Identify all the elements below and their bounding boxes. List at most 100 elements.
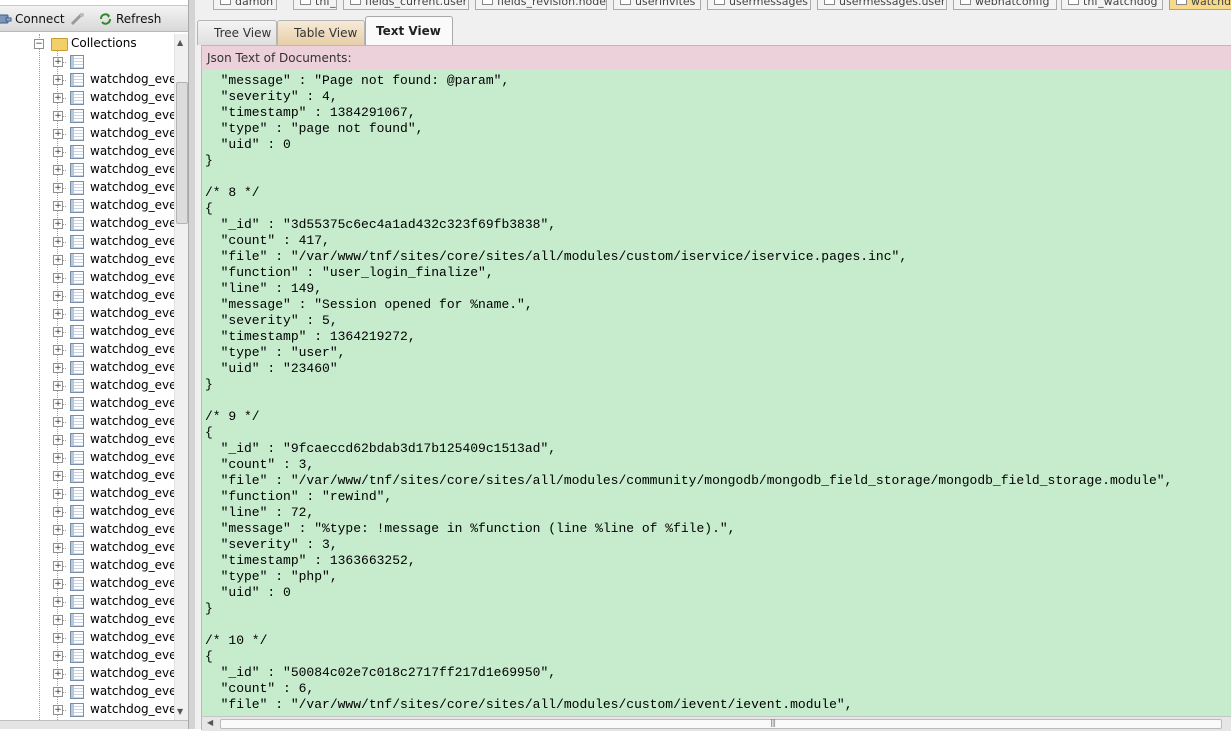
document-tab[interactable]: tnf_watchdog [1061, 0, 1163, 10]
tab-text-view[interactable]: Text View [365, 16, 453, 45]
collapse-icon[interactable]: − [34, 39, 44, 49]
expand-icon[interactable]: + [53, 219, 63, 229]
expand-icon[interactable]: + [53, 345, 63, 355]
expand-icon[interactable]: + [53, 273, 63, 283]
tree-item-collection[interactable]: + watchdog_ever [0, 341, 174, 359]
tree-item-collection[interactable]: + watchdog_ever [0, 503, 174, 521]
tree-item-collection[interactable]: + watchdog_ever [0, 611, 174, 629]
expand-icon[interactable]: + [53, 507, 63, 517]
expand-icon[interactable]: + [53, 147, 63, 157]
tree-item-collection[interactable]: + watchdog_ever [0, 233, 174, 251]
expand-icon[interactable]: + [53, 615, 63, 625]
tree-item-collection[interactable]: + watchdog_ever [0, 143, 174, 161]
expand-icon[interactable]: + [53, 75, 63, 85]
tree-item-collection[interactable]: + watchdog_ever [0, 665, 174, 683]
expand-icon[interactable]: + [53, 489, 63, 499]
tab-tree-view[interactable]: Tree View [197, 20, 277, 45]
expand-icon[interactable]: + [53, 201, 63, 211]
expand-icon[interactable]: + [53, 471, 63, 481]
expand-icon[interactable]: + [53, 525, 63, 535]
tree-item-collection[interactable]: + watchdog_ever [0, 179, 174, 197]
expand-icon[interactable]: + [53, 381, 63, 391]
expand-icon[interactable]: + [53, 687, 63, 697]
scroll-up-icon[interactable]: ▲ [177, 38, 183, 47]
expand-icon[interactable]: + [53, 255, 63, 265]
expand-icon[interactable]: + [53, 435, 63, 445]
tree-item-collection[interactable]: + watchdog_ever [0, 215, 174, 233]
scroll-left-icon[interactable]: ◀ [207, 718, 213, 727]
tree-item-collection[interactable]: + watchdog_ever [0, 557, 174, 575]
expand-icon[interactable]: + [53, 579, 63, 589]
tree-item-collection[interactable]: + watchdog_ever [0, 629, 174, 647]
tree-item-collection[interactable]: + watchdog_ever [0, 287, 174, 305]
document-tab[interactable]: usermessages [707, 0, 811, 10]
tree-item-collection[interactable]: + watchdog_ever [0, 575, 174, 593]
tree-item-collection[interactable]: + watchdog_ever [0, 251, 174, 269]
tree-item-collection[interactable]: + watchdog_ever [0, 485, 174, 503]
tree-item-collection[interactable]: + watchdog_ever [0, 125, 174, 143]
expand-icon[interactable]: + [53, 669, 63, 679]
expand-icon[interactable]: + [53, 561, 63, 571]
scroll-down-icon[interactable]: ▼ [177, 707, 183, 716]
tree-item-collection[interactable]: + watchdog_ever [0, 269, 174, 287]
tree-item-collection[interactable]: + watchdog_ever [0, 377, 174, 395]
document-tab[interactable]: damon [213, 0, 277, 10]
tree-item-collection[interactable]: + watchdog_ever [0, 467, 174, 485]
expand-icon[interactable]: + [53, 93, 63, 103]
expand-icon[interactable]: + [53, 129, 63, 139]
tree-item-collection[interactable]: + watchdog_ever [0, 683, 174, 701]
expand-icon[interactable]: + [53, 633, 63, 643]
expand-icon[interactable]: + [53, 651, 63, 661]
refresh-button[interactable]: Refresh [98, 10, 161, 28]
expand-icon[interactable]: + [53, 57, 63, 67]
document-tab[interactable]: tnf_core [293, 0, 337, 10]
tree-item-collection[interactable]: + watchdog_ever [0, 593, 174, 611]
expand-icon[interactable]: + [53, 417, 63, 427]
tree-item-collection[interactable]: + [0, 53, 174, 71]
json-text-area[interactable]: "message" : "Page not found: @param", "s… [202, 70, 1231, 716]
expand-icon[interactable]: + [53, 237, 63, 247]
tree-scroll-thumb[interactable] [176, 82, 188, 224]
tab-table-view[interactable]: Table View [277, 20, 365, 45]
tree-item-collection[interactable]: + watchdog_ever [0, 539, 174, 557]
tree-scrollbar[interactable]: ▲ ▼ [174, 34, 188, 720]
tree-item-collection[interactable]: + watchdog_ever [0, 431, 174, 449]
collections-node[interactable]: − Collections [0, 35, 174, 53]
document-tab[interactable]: usermessages.user [817, 0, 947, 10]
tree-item-collection[interactable]: + watchdog_ever [0, 359, 174, 377]
expand-icon[interactable]: + [53, 327, 63, 337]
document-tab[interactable]: userinvites [613, 0, 701, 10]
expand-icon[interactable]: + [53, 363, 63, 373]
document-tab[interactable]: watchd [1169, 0, 1231, 10]
tree-item-collection[interactable]: + watchdog_ever [0, 413, 174, 431]
tree-item-collection[interactable]: + watchdog_ever [0, 197, 174, 215]
expand-icon[interactable]: + [53, 291, 63, 301]
expand-icon[interactable]: + [53, 597, 63, 607]
disconnect-button[interactable] [70, 10, 89, 28]
tree-item-collection[interactable]: + watchdog_ever [0, 521, 174, 539]
tree-item-label: watchdog_ever [90, 162, 174, 176]
tree-item-collection[interactable]: + watchdog_ever [0, 323, 174, 341]
document-tab[interactable]: webhatconfig [953, 0, 1057, 10]
tree-item-collection[interactable]: + watchdog_ever [0, 89, 174, 107]
expand-icon[interactable]: + [53, 453, 63, 463]
expand-icon[interactable]: + [53, 543, 63, 553]
document-tab[interactable]: fields_revision.node [475, 0, 607, 10]
tree-item-collection[interactable]: + watchdog_ever [0, 647, 174, 665]
expand-icon[interactable]: + [53, 309, 63, 319]
expand-icon[interactable]: + [53, 705, 63, 715]
tree-item-collection[interactable]: + watchdog_ever [0, 161, 174, 179]
expand-icon[interactable]: + [53, 183, 63, 193]
expand-icon[interactable]: + [53, 165, 63, 175]
tree-item-collection[interactable]: + watchdog_ever [0, 107, 174, 125]
connect-button[interactable]: Connect [0, 10, 65, 28]
horizontal-scroll-thumb[interactable] [220, 719, 1222, 729]
expand-icon[interactable]: + [53, 111, 63, 121]
expand-icon[interactable]: + [53, 399, 63, 409]
tree-item-collection[interactable]: + watchdog_ever [0, 71, 174, 89]
document-tab[interactable]: fields_current.user [343, 0, 469, 10]
tree-item-collection[interactable]: + watchdog_ever [0, 305, 174, 323]
tree-item-collection[interactable]: + watchdog_ever [0, 449, 174, 467]
tree-item-collection[interactable]: + watchdog_ever [0, 701, 174, 719]
tree-item-collection[interactable]: + watchdog_ever [0, 395, 174, 413]
